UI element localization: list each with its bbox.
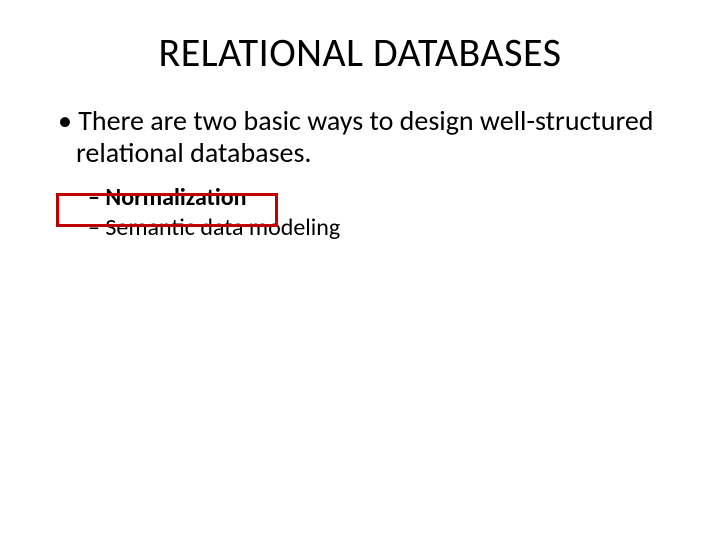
bullet-main: There are two basic ways to design well-… [58, 105, 690, 169]
sub-bullet-semantic-data-modeling: Semantic data modeling [88, 213, 690, 243]
sub-bullet-list: Normalization Semantic data modeling [88, 183, 690, 243]
slide-title: RELATIONAL DATABASES [30, 28, 690, 77]
slide: RELATIONAL DATABASES There are two basic… [0, 0, 720, 540]
sub-bullet-normalization: Normalization [88, 183, 690, 213]
